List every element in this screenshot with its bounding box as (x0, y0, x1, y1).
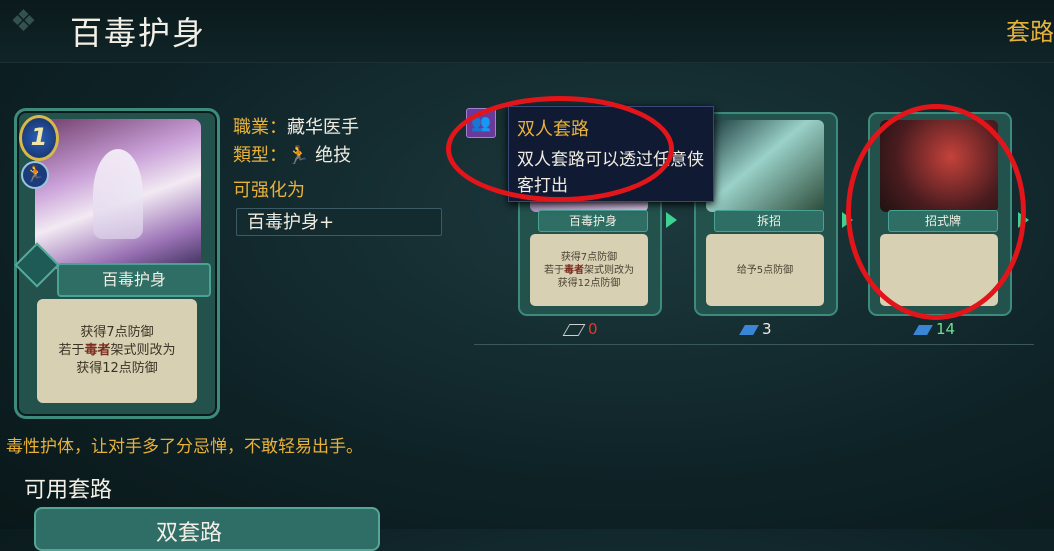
class-value: 藏华医手 (287, 117, 359, 138)
card-stack-icon (739, 324, 759, 335)
flavor-text: 毒性护体，让对手多了分忌惮，不敢轻易出手。 (6, 437, 363, 457)
cost-badge: 1 (19, 115, 59, 161)
card-name: 百毒护身 (57, 263, 211, 297)
card-count: 0 (562, 320, 598, 338)
section-title: 可用套路 (24, 478, 113, 503)
routine-button[interactable]: 双套路 (34, 507, 380, 551)
combo-card[interactable]: 招式牌 (868, 112, 1012, 316)
arrow-icon (666, 212, 677, 228)
upgrade-option[interactable]: 百毒护身+ (236, 208, 442, 236)
card-count: 14 (913, 320, 955, 338)
card-count: 3 (739, 320, 772, 338)
top-bar: ❖ 百毒护身 套路 (0, 0, 1054, 63)
card-stack-icon (913, 324, 933, 335)
card-description: 获得7点防御 若于毒者架式则改为 获得12点防御 (37, 299, 197, 403)
page-title: 百毒护身 (70, 14, 207, 52)
card-art (35, 119, 201, 269)
arrow-icon (842, 212, 853, 228)
divider (474, 344, 1034, 345)
card-info: 職業：藏华医手 類型：🏃 绝技 (233, 117, 359, 166)
card-detail: 百毒护身 获得7点防御 若于毒者架式则改为 获得12点防御 1 🏃 (14, 108, 220, 419)
tooltip: 双人套路 双人套路可以透过任意侠客打出 (508, 106, 714, 202)
person-icon: 🏃 (287, 145, 316, 166)
arrow-icon (1018, 212, 1029, 228)
card-art (706, 120, 824, 212)
dual-player-icon[interactable]: 👥 (466, 108, 496, 138)
combo-card[interactable]: 拆招 给予5点防御 (694, 112, 838, 316)
person-icon: 🏃 (21, 161, 49, 189)
type-value: 绝技 (315, 145, 352, 166)
tab-routines[interactable]: 套路 (1006, 12, 1054, 47)
card-art (880, 120, 998, 212)
upgrade-label: 可强化为 (233, 180, 305, 201)
ornament-icon: ❖ (10, 4, 37, 39)
card-stack-icon (562, 323, 586, 336)
